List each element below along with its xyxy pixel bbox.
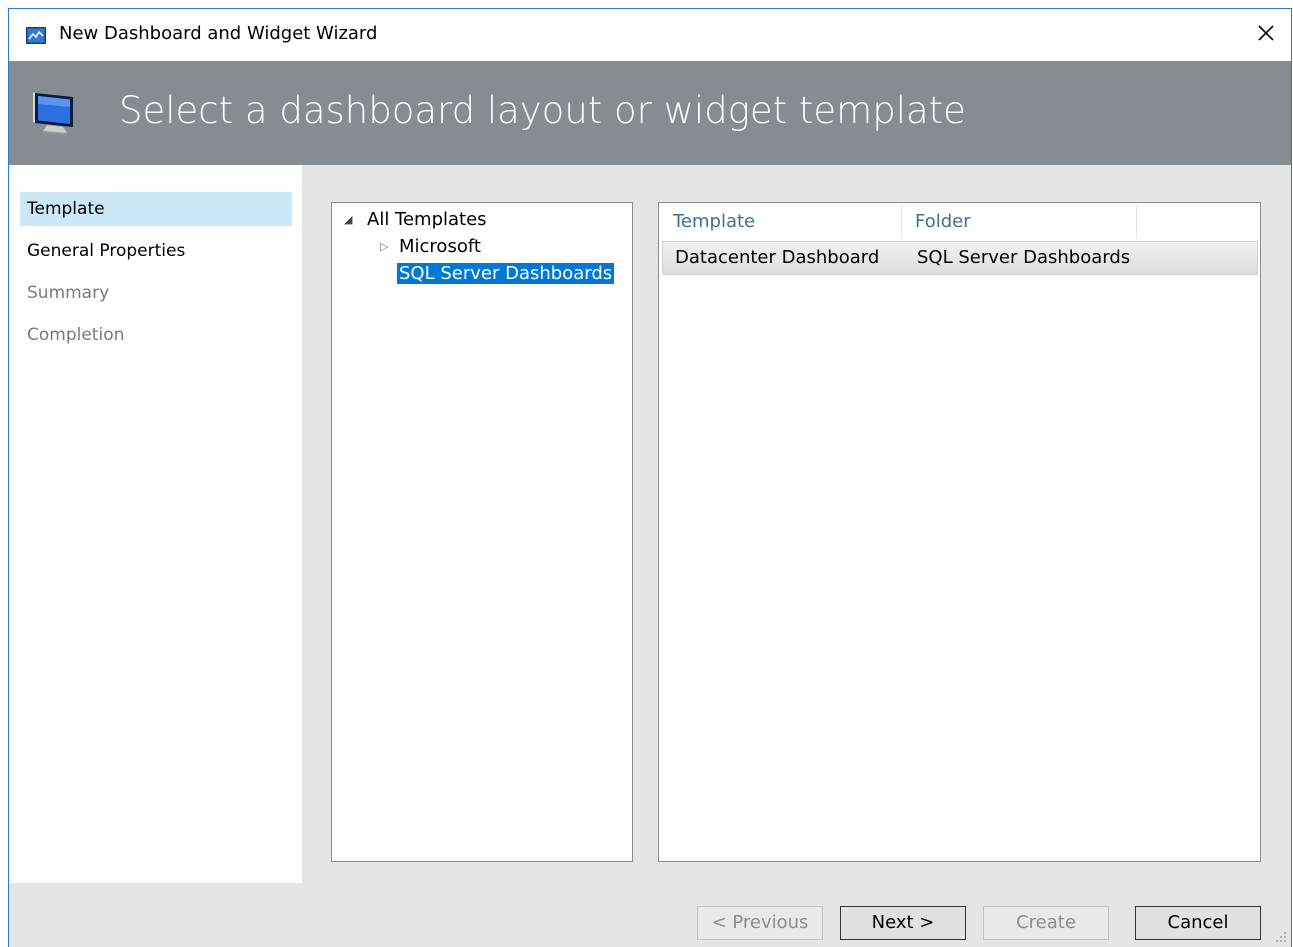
- header-banner: Select a dashboard layout or widget temp…: [9, 61, 1291, 165]
- expanded-arrow-icon[interactable]: ◢: [344, 213, 352, 226]
- wizard-content: Template General Properties Summary Comp…: [9, 165, 1291, 947]
- tree-item-microsoft[interactable]: Microsoft: [399, 235, 481, 259]
- column-header-template[interactable]: Template: [660, 204, 902, 238]
- column-header-folder[interactable]: Folder: [902, 204, 1137, 238]
- wizard-window: New Dashboard and Widget Wizard Select a…: [8, 8, 1292, 947]
- template-list[interactable]: Template Folder Datacenter Dashboard SQL…: [658, 202, 1261, 862]
- window-title: New Dashboard and Widget Wizard: [59, 23, 378, 44]
- cell-template: Datacenter Dashboard: [675, 247, 880, 268]
- resize-grip-icon[interactable]: [1273, 929, 1287, 943]
- dashboard-icon: [26, 27, 46, 44]
- nav-step-general-properties[interactable]: General Properties: [20, 234, 292, 268]
- create-button[interactable]: Create: [983, 906, 1109, 940]
- wizard-steps-nav: Template General Properties Summary Comp…: [9, 165, 302, 883]
- nav-step-template[interactable]: Template: [20, 192, 292, 226]
- collapsed-arrow-icon[interactable]: ▷: [380, 240, 388, 253]
- next-button[interactable]: Next >: [840, 906, 966, 940]
- list-header: Template Folder: [660, 204, 1259, 238]
- title-bar: New Dashboard and Widget Wizard: [9, 9, 1291, 61]
- tree-item-all-templates[interactable]: All Templates: [367, 208, 487, 232]
- previous-button[interactable]: < Previous: [697, 906, 823, 940]
- close-icon[interactable]: [1253, 20, 1279, 46]
- template-tree[interactable]: ◢ All Templates ▷ Microsoft SQL Server D…: [331, 202, 633, 862]
- nav-step-completion: Completion: [27, 325, 125, 345]
- cancel-button[interactable]: Cancel: [1135, 906, 1261, 940]
- cell-folder: SQL Server Dashboards: [917, 247, 1131, 268]
- monitor-icon: [33, 92, 73, 135]
- table-row[interactable]: Datacenter Dashboard SQL Server Dashboar…: [662, 241, 1258, 275]
- page-title: Select a dashboard layout or widget temp…: [119, 89, 966, 132]
- selected-label: SQL Server Dashboards: [397, 263, 615, 284]
- tree-item-sql-server-dashboards[interactable]: SQL Server Dashboards: [397, 262, 615, 286]
- nav-step-summary: Summary: [27, 283, 110, 303]
